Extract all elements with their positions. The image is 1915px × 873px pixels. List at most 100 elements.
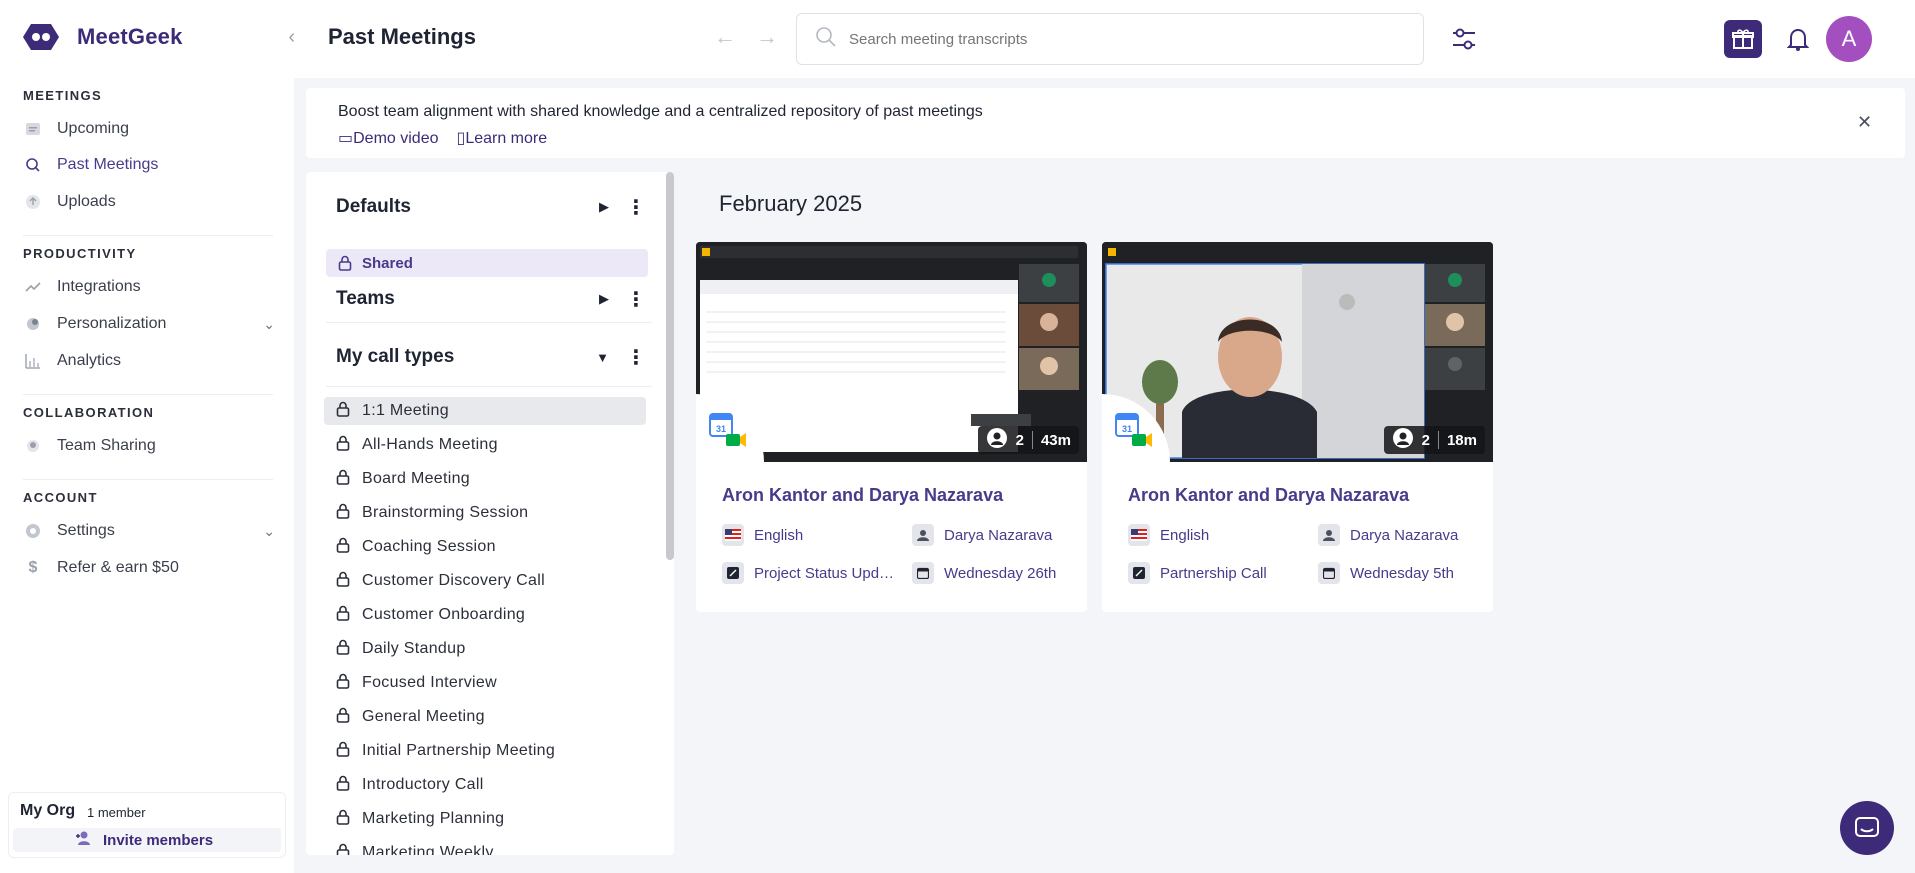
- sidebar-item-integrations[interactable]: Integrations: [23, 272, 275, 302]
- lock-icon: [336, 707, 350, 728]
- call-type-label: Board Meeting: [362, 470, 470, 487]
- call-type-item[interactable]: Introductory Call: [324, 771, 646, 799]
- section-title-collaboration: COLLABORATION: [23, 405, 155, 420]
- meeting-host: Darya Nazarava: [912, 524, 1082, 546]
- host-label: Darya Nazarava: [944, 526, 1053, 544]
- call-type-label: Focused Interview: [362, 674, 497, 691]
- call-type-item[interactable]: General Meeting: [324, 703, 646, 731]
- bell-icon[interactable]: [1783, 24, 1813, 54]
- call-type-item[interactable]: Marketing Planning: [324, 805, 646, 833]
- my-call-types-header[interactable]: My call types ▼ ⋮: [336, 342, 651, 372]
- call-type-item[interactable]: Customer Discovery Call: [324, 567, 646, 595]
- lock-icon: [336, 639, 350, 660]
- sidebar-item-past-meetings[interactable]: Past Meetings: [23, 150, 275, 180]
- more-vertical-icon[interactable]: ⋮: [626, 345, 646, 370]
- call-type-item[interactable]: 1:1 Meeting: [324, 397, 646, 425]
- call-type-item[interactable]: Coaching Session: [324, 533, 646, 561]
- lock-icon: [336, 775, 350, 796]
- meeting-thumbnail: 31 2 43m: [696, 242, 1087, 462]
- expand-triangle-icon[interactable]: ▶: [599, 199, 609, 215]
- call-type-label: Brainstorming Session: [362, 504, 529, 521]
- lock-icon: [336, 401, 350, 422]
- call-type-item[interactable]: Brainstorming Session: [324, 499, 646, 527]
- call-type-item[interactable]: Daily Standup: [324, 635, 646, 663]
- calendar-icon: [912, 562, 934, 584]
- call-type-item[interactable]: Customer Onboarding: [324, 601, 646, 629]
- meeting-card[interactable]: 31 2 43m Aron Kantor and Darya Nazarava …: [696, 242, 1087, 612]
- meeting-call-type: Project Status Upd…: [722, 562, 902, 584]
- search-box[interactable]: [796, 13, 1424, 65]
- call-type-item[interactable]: Initial Partnership Meeting: [324, 737, 646, 765]
- chevron-down-icon[interactable]: ⌄: [263, 316, 275, 333]
- collapse-triangle-icon[interactable]: ▼: [596, 350, 609, 365]
- search-input[interactable]: [849, 30, 1389, 48]
- call-type-item[interactable]: Focused Interview: [324, 669, 646, 697]
- call-type-label: 1:1 Meeting: [362, 402, 449, 419]
- section-title-productivity: PRODUCTIVITY: [23, 246, 137, 261]
- sidebar-item-uploads[interactable]: Uploads: [23, 187, 275, 217]
- gift-icon[interactable]: [1724, 20, 1762, 58]
- top-bar: Past Meetings ← → A: [294, 0, 1915, 78]
- chevron-down-icon[interactable]: ⌄: [263, 523, 275, 540]
- divider: [23, 479, 273, 480]
- filter-sliders-icon[interactable]: [1449, 24, 1479, 54]
- call-type-item[interactable]: All-Hands Meeting: [324, 431, 646, 459]
- meeting-card[interactable]: 31 2 18m Aron Kantor and Darya Nazarava …: [1102, 242, 1493, 612]
- meeting-date: Wednesday 5th: [1318, 562, 1488, 584]
- more-vertical-icon[interactable]: ⋮: [626, 287, 646, 312]
- page-title: Past Meetings: [328, 24, 476, 49]
- meeting-date: Wednesday 26th: [912, 562, 1082, 584]
- defaults-group-header[interactable]: Defaults ▶ ⋮: [336, 192, 651, 222]
- sidebar-item-team-sharing[interactable]: Team Sharing: [23, 431, 275, 461]
- add-user-icon: [75, 830, 93, 850]
- forward-arrow-icon[interactable]: →: [756, 24, 778, 50]
- meeting-duration: 43m: [1040, 431, 1071, 449]
- shared-item[interactable]: Shared: [326, 249, 648, 277]
- divider: [23, 394, 273, 395]
- sidebar-item-personalization[interactable]: Personalization ⌄: [23, 309, 275, 339]
- expand-triangle-icon[interactable]: ▶: [599, 291, 609, 307]
- call-type-label: General Meeting: [362, 708, 485, 725]
- participants-icon: [1392, 427, 1414, 453]
- participant-count: 2: [1421, 431, 1430, 449]
- upload-icon: [23, 192, 43, 212]
- meetgeek-logo-icon: [17, 20, 65, 54]
- call-type-item[interactable]: Marketing Weekly: [324, 839, 646, 855]
- invite-members-button[interactable]: Invite members: [13, 828, 281, 852]
- meeting-thumbnail: 31 2 18m: [1102, 242, 1493, 462]
- meeting-title: Aron Kantor and Darya Nazarava: [722, 485, 1004, 505]
- panel-scrollbar[interactable]: [666, 172, 674, 855]
- more-vertical-icon[interactable]: ⋮: [626, 195, 646, 220]
- lock-icon: [336, 503, 350, 524]
- sidebar-item-upcoming[interactable]: Upcoming: [23, 114, 275, 144]
- sidebar-item-analytics[interactable]: Analytics: [23, 346, 275, 376]
- dollar-icon: $: [28, 559, 38, 576]
- call-type-label: Daily Standup: [362, 640, 466, 657]
- svg-text:31: 31: [716, 424, 726, 434]
- back-arrow-icon[interactable]: ←: [714, 24, 736, 50]
- scrollbar-thumb[interactable]: [666, 172, 674, 560]
- close-icon[interactable]: ✕: [1857, 113, 1875, 131]
- meeting-host: Darya Nazarava: [1318, 524, 1488, 546]
- chat-support-icon[interactable]: [1840, 801, 1894, 855]
- search-icon: [23, 155, 43, 175]
- user-avatar[interactable]: A: [1826, 16, 1872, 62]
- sidebar-item-label: Past Meetings: [57, 156, 159, 173]
- call-type-label: Initial Partnership Meeting: [362, 742, 556, 759]
- personalization-icon: [23, 314, 43, 334]
- lock-icon: [336, 605, 350, 626]
- sidebar-item-settings[interactable]: Settings ⌄: [23, 516, 275, 546]
- lock-icon: [336, 809, 350, 830]
- logo[interactable]: MeetGeek: [17, 20, 183, 54]
- demo-video-link[interactable]: ▭Demo video: [338, 128, 439, 148]
- person-icon: [1318, 524, 1340, 546]
- call-type-label: Coaching Session: [362, 538, 496, 555]
- sidebar-item-refer[interactable]: $ Refer & earn $50: [23, 553, 275, 583]
- learn-more-link[interactable]: ▯Learn more: [457, 128, 548, 148]
- call-type-item[interactable]: Board Meeting: [324, 465, 646, 493]
- teams-group-header[interactable]: Teams ▶ ⋮: [336, 284, 651, 314]
- integrations-icon: [23, 277, 43, 297]
- org-member-count: 1 member: [87, 805, 146, 820]
- language-label: English: [1160, 526, 1210, 544]
- meeting-language: English: [1128, 524, 1298, 546]
